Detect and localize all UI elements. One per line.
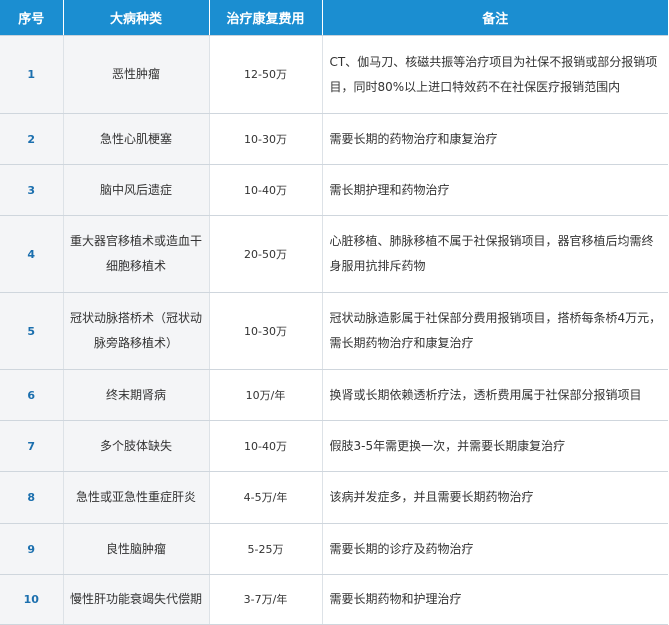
remark-text: 换肾或长期依赖透析疗法，透析费用属于社保部分报销项目: [322, 369, 668, 421]
remark-text: 需要长期的诊疗及药物治疗: [322, 523, 668, 575]
table-row: 9 良性脑肿瘤 5-25万 需要长期的诊疗及药物治疗: [0, 523, 668, 575]
table-body: 1 恶性肿瘤 12-50万 CT、伽马刀、核磁共振等治疗项目为社保不报销或部分报…: [0, 35, 668, 625]
header-number: 序号: [0, 0, 64, 36]
treatment-cost: 10万/年: [209, 369, 323, 421]
disease-name: 重大器官移植术或造血干细胞移植术: [63, 215, 210, 293]
disease-name: 慢性肝功能衰竭失代偿期: [63, 574, 210, 625]
row-number: 7: [0, 420, 64, 472]
header-remarks: 备注: [322, 0, 668, 36]
disease-name: 多个肢体缺失: [63, 420, 210, 472]
table-row: 3 脑中风后遗症 10-40万 需长期护理和药物治疗: [0, 164, 668, 216]
treatment-cost: 10-40万: [209, 420, 323, 472]
remark-text: CT、伽马刀、核磁共振等治疗项目为社保不报销或部分报销项目，同时80%以上进口特…: [322, 35, 668, 114]
table-row: 4 重大器官移植术或造血干细胞移植术 20-50万 心脏移植、肺脉移植不属于社保…: [0, 215, 668, 293]
disease-name: 急性心肌梗塞: [63, 113, 210, 165]
disease-name: 良性脑肿瘤: [63, 523, 210, 575]
table-row: 10 慢性肝功能衰竭失代偿期 3-7万/年 需要长期药物和护理治疗: [0, 574, 668, 625]
critical-illness-table: 序号 大病种类 治疗康复费用 备注 1 恶性肿瘤 12-50万 CT、伽马刀、核…: [0, 0, 668, 625]
header-disease-type: 大病种类: [63, 0, 210, 36]
treatment-cost: 5-25万: [209, 523, 323, 575]
disease-name: 冠状动脉搭桥术（冠状动脉旁路移植术）: [63, 292, 210, 370]
table-row: 7 多个肢体缺失 10-40万 假肢3-5年需更换一次，并需要长期康复治疗: [0, 420, 668, 472]
row-number: 10: [0, 574, 64, 625]
row-number: 4: [0, 215, 64, 293]
table-row: 1 恶性肿瘤 12-50万 CT、伽马刀、核磁共振等治疗项目为社保不报销或部分报…: [0, 35, 668, 114]
row-number: 6: [0, 369, 64, 421]
remark-text: 需长期护理和药物治疗: [322, 164, 668, 216]
row-number: 9: [0, 523, 64, 575]
disease-name: 急性或亚急性重症肝炎: [63, 471, 210, 524]
table-row: 2 急性心肌梗塞 10-30万 需要长期的药物治疗和康复治疗: [0, 113, 668, 165]
row-number: 8: [0, 471, 64, 524]
table-row: 8 急性或亚急性重症肝炎 4-5万/年 该病并发症多，并且需要长期药物治疗: [0, 471, 668, 524]
row-number: 3: [0, 164, 64, 216]
treatment-cost: 20-50万: [209, 215, 323, 293]
treatment-cost: 3-7万/年: [209, 574, 323, 625]
treatment-cost: 10-40万: [209, 164, 323, 216]
table-header: 序号 大病种类 治疗康复费用 备注: [0, 0, 668, 36]
disease-name: 脑中风后遗症: [63, 164, 210, 216]
remark-text: 需要长期药物和护理治疗: [322, 574, 668, 625]
remark-text: 心脏移植、肺脉移植不属于社保报销项目，器官移植后均需终身服用抗排斥药物: [322, 215, 668, 293]
disease-name: 终末期肾病: [63, 369, 210, 421]
table-row: 5 冠状动脉搭桥术（冠状动脉旁路移植术） 10-30万 冠状动脉造影属于社保部分…: [0, 292, 668, 370]
remark-text: 冠状动脉造影属于社保部分费用报销项目，搭桥每条桥4万元，需长期药物治疗和康复治疗: [322, 292, 668, 370]
table-row: 6 终末期肾病 10万/年 换肾或长期依赖透析疗法，透析费用属于社保部分报销项目: [0, 369, 668, 421]
row-number: 1: [0, 35, 64, 114]
disease-name: 恶性肿瘤: [63, 35, 210, 114]
treatment-cost: 10-30万: [209, 292, 323, 370]
row-number: 5: [0, 292, 64, 370]
treatment-cost: 10-30万: [209, 113, 323, 165]
header-treatment-cost: 治疗康复费用: [209, 0, 323, 36]
row-number: 2: [0, 113, 64, 165]
treatment-cost: 4-5万/年: [209, 471, 323, 524]
remark-text: 需要长期的药物治疗和康复治疗: [322, 113, 668, 165]
header-row: 序号 大病种类 治疗康复费用 备注: [0, 0, 668, 36]
remark-text: 假肢3-5年需更换一次，并需要长期康复治疗: [322, 420, 668, 472]
remark-text: 该病并发症多，并且需要长期药物治疗: [322, 471, 668, 524]
treatment-cost: 12-50万: [209, 35, 323, 114]
